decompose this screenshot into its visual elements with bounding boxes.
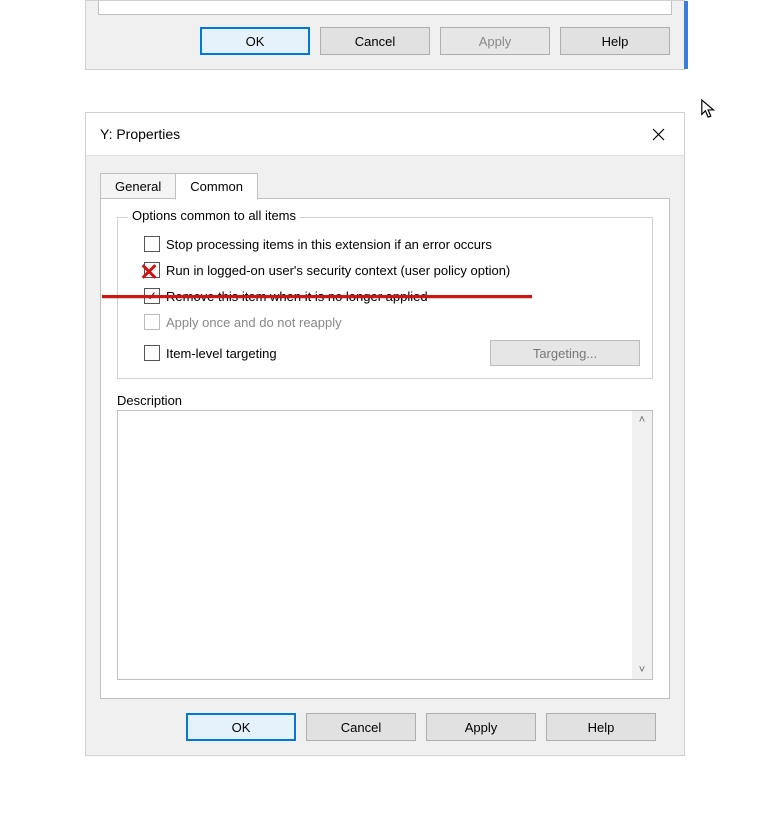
label-stop-processing: Stop processing items in this extension … <box>166 237 492 252</box>
upper-dialog-remnant: OK Cancel Apply Help <box>85 0 685 70</box>
help-button[interactable]: Help <box>546 713 656 741</box>
dialog-button-row: OK Cancel Apply Help <box>100 713 670 741</box>
ok-button[interactable]: OK <box>200 27 310 55</box>
cancel-button[interactable]: Cancel <box>306 713 416 741</box>
targeting-button: Targeting... <box>490 340 640 366</box>
option-item-level-targeting: Item-level targeting Targeting... <box>144 340 640 366</box>
scroll-up-icon[interactable]: ˄ <box>639 411 645 429</box>
mouse-cursor-icon <box>700 98 718 120</box>
label-remove-item: Remove this item when it is no longer ap… <box>166 289 428 304</box>
fieldset-legend: Options common to all items <box>128 208 300 223</box>
tab-common[interactable]: Common <box>175 173 258 200</box>
option-remove-item: Remove this item when it is no longer ap… <box>144 288 640 304</box>
tab-panel-common: Options common to all items Stop process… <box>100 198 670 699</box>
ok-button[interactable]: OK <box>186 713 296 741</box>
checkbox-run-logged-on[interactable] <box>144 262 160 278</box>
checkbox-apply-once <box>144 314 160 330</box>
description-label: Description <box>117 393 653 408</box>
checkbox-item-level-targeting[interactable] <box>144 345 160 361</box>
scroll-down-icon[interactable]: ˅ <box>639 661 645 679</box>
apply-button[interactable]: Apply <box>426 713 536 741</box>
apply-button: Apply <box>440 27 550 55</box>
cancel-button[interactable]: Cancel <box>320 27 430 55</box>
checkbox-remove-item[interactable] <box>144 288 160 304</box>
dialog-body: General Common Options common to all ite… <box>86 155 684 755</box>
option-stop-processing: Stop processing items in this extension … <box>144 236 640 252</box>
titlebar: Y: Properties <box>86 113 684 155</box>
checkbox-stop-processing[interactable] <box>144 236 160 252</box>
close-button[interactable] <box>638 118 678 150</box>
label-item-level-targeting: Item-level targeting <box>166 346 277 361</box>
scrollbar[interactable]: ˄ ˅ <box>632 411 652 679</box>
tab-strip: General Common <box>100 172 670 199</box>
help-button[interactable]: Help <box>560 27 670 55</box>
option-apply-once: Apply once and do not reapply <box>144 314 640 330</box>
window-title: Y: Properties <box>100 126 180 142</box>
close-icon <box>652 128 665 141</box>
label-run-logged-on: Run in logged-on user's security context… <box>166 263 510 278</box>
properties-dialog: Y: Properties General Common Options com… <box>85 112 685 756</box>
tab-general[interactable]: General <box>100 173 176 200</box>
upper-dialog-buttons: OK Cancel Apply Help <box>86 27 684 55</box>
options-fieldset: Options common to all items Stop process… <box>117 217 653 379</box>
option-run-logged-on: Run in logged-on user's security context… <box>144 262 640 278</box>
description-textarea[interactable]: ˄ ˅ <box>117 410 653 680</box>
upper-dialog-panel-edge <box>98 1 672 15</box>
label-apply-once: Apply once and do not reapply <box>166 315 342 330</box>
